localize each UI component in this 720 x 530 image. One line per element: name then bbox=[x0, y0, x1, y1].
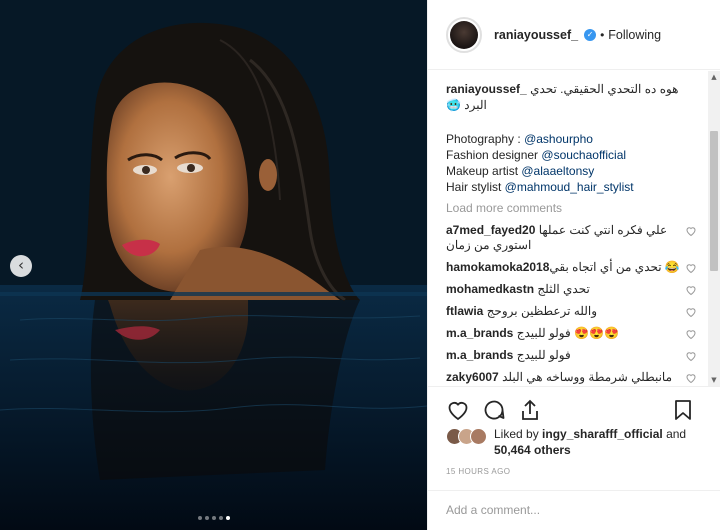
comment-username[interactable]: ftlawia bbox=[446, 304, 483, 318]
comment-text: والله ترعطظين بروحج bbox=[486, 304, 598, 318]
chevron-left-icon: ‹ bbox=[18, 256, 24, 274]
comment-row: mohamedkastn تحدي الثلج bbox=[446, 282, 697, 297]
comment-row: a7med_fayed20 علي فكره انتي كنت عملها اس… bbox=[446, 223, 697, 253]
comment-row: hamokamoka2018تحدي من أي اتجاه بقي 😂 bbox=[446, 260, 697, 275]
header-separator: • bbox=[600, 27, 605, 42]
bookmark-icon[interactable] bbox=[671, 398, 695, 422]
post-sidebar: raniayoussef_ ✓ • Following raniayoussef… bbox=[427, 0, 720, 530]
portrait-image bbox=[0, 0, 427, 530]
credit-line: Hair stylist @mahmoud_hair_stylist bbox=[446, 179, 697, 195]
credit-line: Makeup artist @alaaeltonsy bbox=[446, 163, 697, 179]
comment-like-heart-icon[interactable] bbox=[685, 284, 697, 296]
comments-scrollbar[interactable]: ▲ ▼ bbox=[708, 71, 720, 386]
comment-username[interactable]: a7med_fayed20 bbox=[446, 223, 535, 237]
add-comment-input[interactable]: Add a comment... bbox=[428, 490, 720, 530]
carousel-dot bbox=[197, 516, 202, 520]
scroll-down-icon[interactable]: ▼ bbox=[708, 374, 720, 386]
comment-like-heart-icon[interactable] bbox=[685, 225, 697, 237]
likes-middle: and bbox=[662, 427, 687, 441]
credit-label: Fashion designer bbox=[446, 148, 542, 162]
liker-avatars[interactable] bbox=[446, 428, 487, 445]
avatar bbox=[470, 428, 487, 445]
like-heart-icon[interactable] bbox=[446, 398, 470, 422]
header-username[interactable]: raniayoussef_ bbox=[494, 28, 578, 42]
caption: raniayoussef_ هوه ده التحدي الحقيقي. تحد… bbox=[446, 81, 697, 113]
scrollbar-thumb[interactable] bbox=[710, 131, 718, 271]
credit-line: Photography : @ashourpho bbox=[446, 131, 697, 147]
carousel-dot bbox=[218, 516, 223, 520]
credit-handle-link[interactable]: @souchaofficial bbox=[541, 148, 626, 162]
credit-label: Makeup artist bbox=[446, 164, 522, 178]
comment-row: zaky6007 مانبطلي شرمطة ووساخه هي البلد ن… bbox=[446, 370, 697, 386]
comment-row: ftlawia والله ترعطظين بروحج bbox=[446, 304, 697, 319]
comment-row: m.a_brands فولو للبيدج 😍😍😍 bbox=[446, 326, 697, 341]
comment-text: فولو للبيدج bbox=[516, 348, 571, 362]
likes-summary: Liked by ingy_sharafff_official and 50,4… bbox=[446, 426, 716, 458]
credit-handle-link[interactable]: @ashourpho bbox=[524, 132, 593, 146]
post-photo[interactable]: ‹ bbox=[0, 0, 427, 530]
previous-photo-button[interactable]: ‹ bbox=[10, 255, 32, 277]
likes-prefix: Liked by bbox=[494, 427, 543, 441]
comment-like-heart-icon[interactable] bbox=[685, 372, 697, 384]
carousel-dot bbox=[211, 516, 216, 520]
likes-count-link[interactable]: 50,464 others bbox=[494, 443, 571, 457]
carousel-dot-active bbox=[225, 516, 230, 520]
comment-text: تحدي الثلج bbox=[537, 282, 590, 296]
comments-scroll-area[interactable]: raniayoussef_ هوه ده التحدي الحقيقي. تحد… bbox=[428, 71, 709, 386]
top-liker-link[interactable]: ingy_sharafff_official bbox=[542, 427, 663, 441]
credit-handle-link[interactable]: @mahmoud_hair_stylist bbox=[505, 180, 634, 194]
credit-line: Fashion designer @souchaofficial bbox=[446, 147, 697, 163]
comment-row: m.a_brands فولو للبيدج bbox=[446, 348, 697, 363]
carousel-indicator bbox=[0, 516, 427, 520]
caption-credits: Photography : @ashourpho Fashion designe… bbox=[446, 131, 697, 195]
share-upload-icon[interactable] bbox=[518, 398, 542, 422]
comment-text: فولو للبيدج 😍😍😍 bbox=[516, 326, 619, 340]
comment-bubble-icon[interactable] bbox=[482, 398, 506, 422]
comment-username[interactable]: mohamedkastn bbox=[446, 282, 534, 296]
load-more-comments-button[interactable]: Load more comments bbox=[446, 201, 697, 215]
credit-handle-link[interactable]: @alaaeltonsy bbox=[521, 164, 594, 178]
avatar[interactable] bbox=[446, 16, 482, 53]
post-timestamp[interactable]: 15 HOURS AGO bbox=[446, 467, 510, 476]
post-header: raniayoussef_ ✓ • Following bbox=[428, 0, 720, 70]
caption-username[interactable]: raniayoussef_ bbox=[446, 82, 527, 96]
comment-username[interactable]: hamokamoka2018 bbox=[446, 260, 549, 274]
scroll-up-icon[interactable]: ▲ bbox=[708, 71, 720, 83]
following-button[interactable]: Following bbox=[608, 28, 661, 42]
comment-like-heart-icon[interactable] bbox=[685, 262, 697, 274]
comment-username[interactable]: m.a_brands bbox=[446, 326, 513, 340]
verified-badge-icon: ✓ bbox=[584, 28, 597, 41]
comment-username[interactable]: m.a_brands bbox=[446, 348, 513, 362]
comment-like-heart-icon[interactable] bbox=[685, 328, 697, 340]
comment-text: تحدي من أي اتجاه بقي 😂 bbox=[549, 260, 680, 274]
carousel-dot bbox=[204, 516, 209, 520]
credit-label: Hair stylist bbox=[446, 180, 505, 194]
comment-username[interactable]: zaky6007 bbox=[446, 370, 499, 384]
comment-like-heart-icon[interactable] bbox=[685, 350, 697, 362]
comment-like-heart-icon[interactable] bbox=[685, 306, 697, 318]
credit-label: Photography : bbox=[446, 132, 525, 146]
